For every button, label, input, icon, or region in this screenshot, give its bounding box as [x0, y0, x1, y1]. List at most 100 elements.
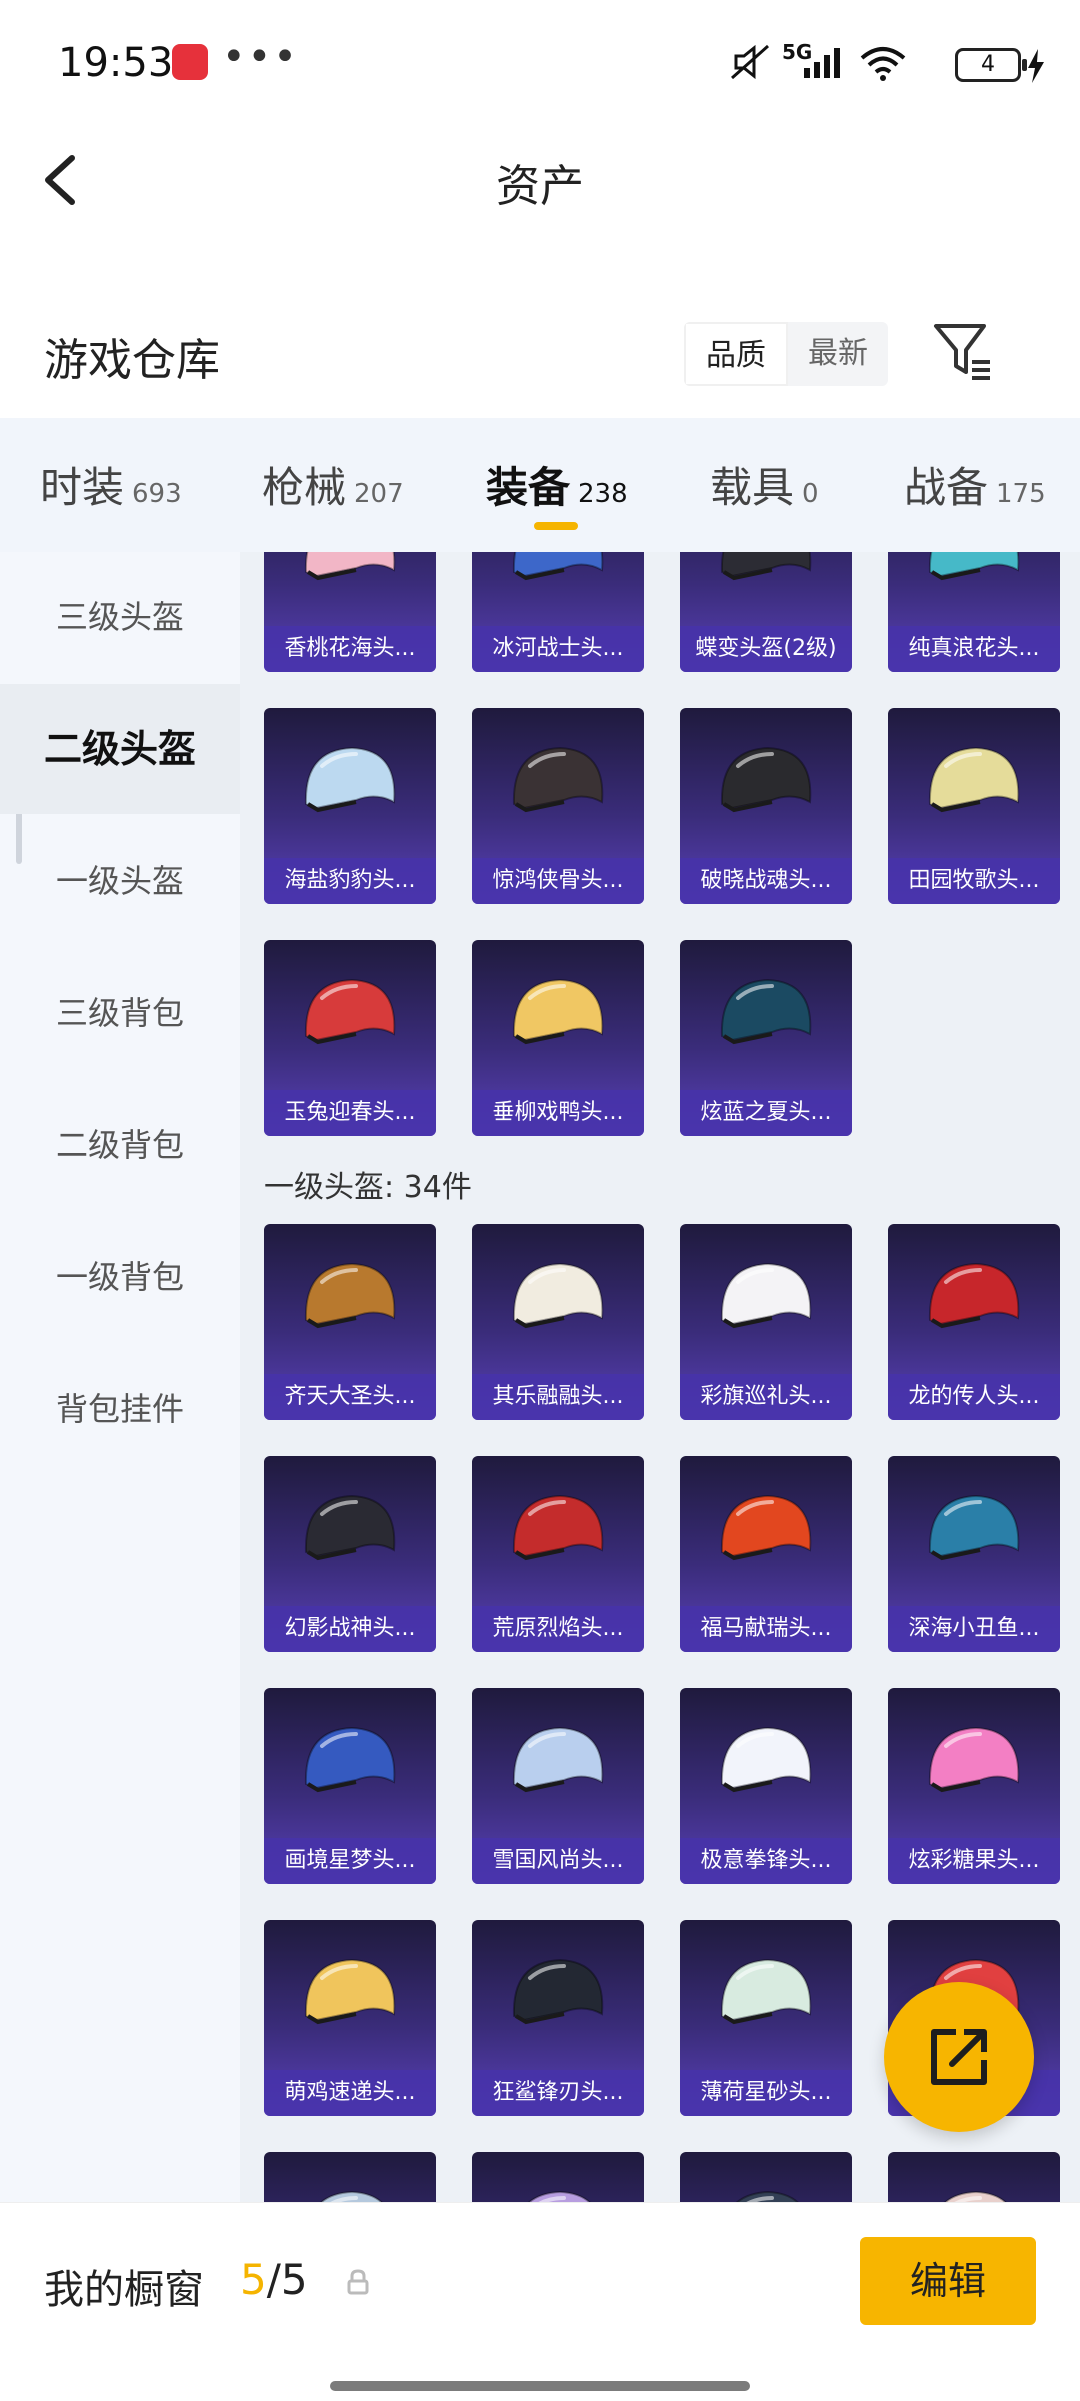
helmet-card[interactable]: 田园牧歌头...	[888, 708, 1060, 904]
sidebar-item-level3-helmet[interactable]: 三级头盔	[0, 552, 240, 682]
tab-fashion[interactable]: 时装 693	[40, 454, 182, 515]
helmet-card[interactable]: 龙的传人头...	[888, 1224, 1060, 1420]
helmet-card[interactable]	[888, 2152, 1060, 2202]
helmet-card[interactable]: 荒原烈焰头...	[472, 1456, 644, 1652]
helmet-card[interactable]: 垂柳戏鸭头...	[472, 940, 644, 1136]
helmet-card[interactable]: 深海小丑鱼...	[888, 1456, 1060, 1652]
filter-icon[interactable]	[932, 318, 992, 382]
category-tabs: 时装 693 枪械 207 装备 238 载具 0 战备 175	[0, 418, 1080, 552]
helmet-card[interactable]: 彩旗巡礼头...	[680, 1224, 852, 1420]
helmet-card[interactable]: 萌鸡速递头...	[264, 1920, 436, 2116]
helmet-icon	[944, 2190, 1007, 2202]
helmet-card[interactable]: 海盐豹豹头...	[264, 708, 436, 904]
signal-icon	[804, 48, 840, 78]
sidebar-item-level2-backpack[interactable]: 二级背包	[0, 1080, 240, 1210]
sort-by-quality-button[interactable]: 品质	[684, 322, 788, 386]
helmet-card[interactable]: 其乐融融头...	[472, 1224, 644, 1420]
helmet-card[interactable]: 惊鸿侠骨头...	[472, 708, 644, 904]
helmet-name: 雪国风尚头...	[472, 1838, 644, 1884]
helmet-icon	[928, 1262, 1020, 1329]
tab-count: 238	[578, 479, 628, 509]
more-notifications-icon: •••	[222, 34, 299, 80]
helmet-card[interactable]: 狂鲨锋刃头...	[472, 1920, 644, 2116]
helmet-icon	[928, 552, 1020, 581]
helmet-name: 齐天大圣头...	[264, 1374, 436, 1420]
helmet-card[interactable]	[680, 2152, 852, 2202]
helmet-name: 龙的传人头...	[888, 1374, 1060, 1420]
edit-button[interactable]: 编辑	[860, 2237, 1036, 2325]
helmet-name: 彩旗巡礼头...	[680, 1374, 852, 1420]
helmet-card[interactable]: 薄荷星砂头...	[680, 1920, 852, 2116]
tab-label: 装备	[486, 463, 571, 512]
lock-icon	[347, 2269, 369, 2295]
helmet-card[interactable]: 极意拳锋头...	[680, 1688, 852, 1884]
helmet-card[interactable]: 冰河战士头...	[472, 552, 644, 672]
tab-label: 载具	[710, 463, 795, 512]
helmet-icon	[720, 746, 812, 813]
helmet-card[interactable]: 纯真浪花头...	[888, 552, 1060, 672]
helmet-name: 福马献瑞头...	[680, 1606, 852, 1652]
helmet-icon	[720, 1494, 812, 1561]
helmet-icon	[304, 1958, 396, 2025]
helmet-card[interactable]: 炫彩糖果头...	[888, 1688, 1060, 1884]
helmet-icon	[720, 1958, 812, 2025]
helmet-card[interactable]: 福马献瑞头...	[680, 1456, 852, 1652]
helmet-icon	[720, 978, 812, 1045]
helmet-icon	[512, 1958, 604, 2025]
helmet-name: 田园牧歌头...	[888, 858, 1060, 904]
helmet-name: 炫蓝之夏头...	[680, 1090, 852, 1136]
helmet-name: 海盐豹豹头...	[264, 858, 436, 904]
helmet-card[interactable]: 画境星梦头...	[264, 1688, 436, 1884]
helmet-name: 炫彩糖果头...	[888, 1838, 1060, 1884]
tab-vehicles[interactable]: 载具 0	[710, 454, 819, 515]
tab-count: 175	[996, 479, 1046, 509]
sidebar-item-backpack-charm[interactable]: 背包挂件	[0, 1344, 240, 1474]
tab-supplies[interactable]: 战备 175	[904, 454, 1046, 515]
showcase-current: 5	[240, 2255, 267, 2304]
item-grid: 一级头盔: 34件 香桃花海头... 冰河战士头... 蝶变头盔(2级) 纯真浪花头.…	[240, 552, 1080, 2202]
helmet-name: 狂鲨锋刃头...	[472, 2070, 644, 2116]
sidebar-item-level1-helmet[interactable]: 一级头盔	[0, 816, 240, 946]
showcase-bar: 我的橱窗 5/5 编辑	[0, 2202, 1080, 2401]
helmet-icon	[512, 978, 604, 1045]
helmet-card[interactable]	[472, 2152, 644, 2202]
sidebar-item-level1-backpack[interactable]: 一级背包	[0, 1212, 240, 1342]
helmet-name: 萌鸡速递头...	[264, 2070, 436, 2116]
helmet-card[interactable]: 炫蓝之夏头...	[680, 940, 852, 1136]
helmet-name: 深海小丑鱼...	[888, 1606, 1060, 1652]
helmet-name: 画境星梦头...	[264, 1838, 436, 1884]
helmet-name: 冰河战士头...	[472, 626, 644, 672]
helmet-icon	[512, 1262, 604, 1329]
showcase-count: 5/5	[240, 2255, 308, 2304]
sidebar-item-level2-helmet[interactable]: 二级头盔	[0, 684, 240, 814]
helmet-card[interactable]	[264, 2152, 436, 2202]
helmet-icon	[304, 1726, 396, 1793]
helmet-icon	[304, 552, 396, 581]
app-header: 资产	[0, 126, 1080, 236]
helmet-card[interactable]: 齐天大圣头...	[264, 1224, 436, 1420]
helmet-icon	[304, 1262, 396, 1329]
tab-guns[interactable]: 枪械 207	[262, 454, 404, 515]
helmet-card[interactable]: 雪国风尚头...	[472, 1688, 644, 1884]
helmet-card[interactable]: 蝶变头盔(2级)	[680, 552, 852, 672]
helmet-name: 惊鸿侠骨头...	[472, 858, 644, 904]
helmet-icon	[512, 1726, 604, 1793]
helmet-icon	[304, 746, 396, 813]
helmet-card[interactable]: 香桃花海头...	[264, 552, 436, 672]
helmet-name: 幻影战神头...	[264, 1606, 436, 1652]
helmet-card[interactable]: 破晓战魂头...	[680, 708, 852, 904]
helmet-card[interactable]: 玉兔迎春头...	[264, 940, 436, 1136]
share-icon	[931, 2029, 987, 2085]
helmet-name: 极意拳锋头...	[680, 1838, 852, 1884]
sort-by-newest-button[interactable]: 最新	[788, 322, 888, 386]
status-time: 19:53	[58, 40, 174, 86]
equipment-sidebar: 三级头盔 二级头盔 一级头盔 三级背包 二级背包 一级背包 背包挂件	[0, 552, 240, 2202]
share-button[interactable]	[884, 1982, 1034, 2132]
sidebar-item-level3-backpack[interactable]: 三级背包	[0, 948, 240, 1078]
helmet-card[interactable]: 幻影战神头...	[264, 1456, 436, 1652]
showcase-label: 我的橱窗	[44, 2267, 204, 2313]
helmet-name: 薄荷星砂头...	[680, 2070, 852, 2116]
home-indicator	[330, 2381, 750, 2391]
tab-equipment[interactable]: 装备 238	[486, 454, 628, 515]
charging-icon	[1028, 49, 1044, 83]
